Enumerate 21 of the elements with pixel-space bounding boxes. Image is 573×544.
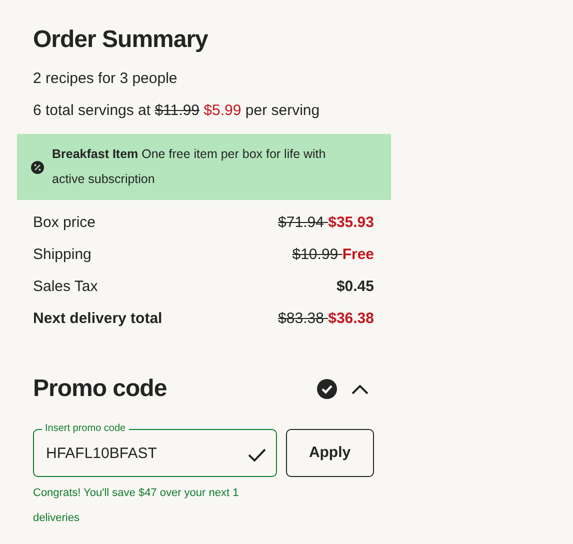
apply-button[interactable]: Apply <box>286 429 374 477</box>
price-value: $83.38 $36.38 <box>278 308 374 329</box>
promo-code-field[interactable]: Insert promo code HFAFL10BFAST <box>33 423 277 477</box>
price-label: Next delivery total <box>33 308 162 329</box>
summary-title: Order Summary <box>33 26 209 54</box>
promo-message: Congrats! You'll save $47 over your next 1 deliveries <box>33 486 240 526</box>
check-icon <box>248 448 266 462</box>
price-label: Box price <box>33 212 96 233</box>
servings-text: 6 total servings at $11.99 $5.99 per serving <box>33 101 321 121</box>
price-label: Shipping <box>33 244 92 265</box>
price-label: Sales Tax <box>33 276 98 297</box>
promo-title: Promo code <box>33 374 167 404</box>
discount-icon <box>31 160 44 174</box>
recipes-text: 2 recipes for 3 people <box>33 69 178 89</box>
price-value: $10.99 Free <box>292 244 374 265</box>
chevron-icon <box>351 384 369 394</box>
field-value: HFAFL10BFAST <box>46 444 158 464</box>
price-value: $71.94 $35.93 <box>278 212 374 233</box>
banner-text: Breakfast Item One free item per box for life with active subscription <box>52 146 327 188</box>
field-label: Insert promo code <box>44 423 127 435</box>
price-value: $0.45 <box>336 276 374 297</box>
